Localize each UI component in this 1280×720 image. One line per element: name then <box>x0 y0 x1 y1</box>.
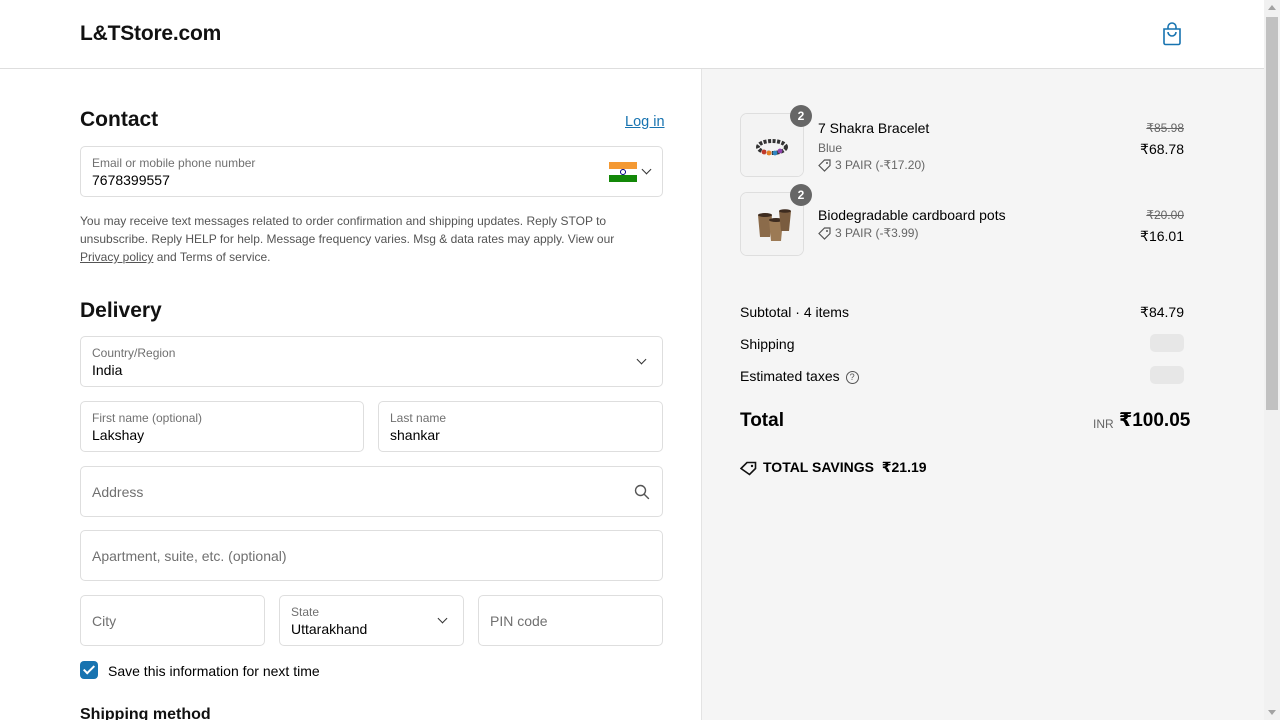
total-savings-value: ₹21.19 <box>881 459 927 475</box>
taxes-loading-placeholder <box>1150 366 1184 384</box>
tag-icon <box>818 227 831 241</box>
state-label: State <box>291 605 320 619</box>
chevron-down-icon <box>437 613 448 624</box>
total-label: Total <box>740 410 784 431</box>
quantity-badge: 2 <box>790 105 812 127</box>
country-label: Country/Region <box>92 346 176 360</box>
city-placeholder: City <box>92 612 117 629</box>
address-field[interactable]: Address <box>80 466 663 517</box>
item-name: 7 Shakra Bracelet <box>818 120 930 136</box>
item-original-price: ₹20.00 <box>1146 208 1184 222</box>
estimated-taxes-label: Estimated taxes <box>740 368 840 384</box>
help-icon[interactable]: ? <box>845 370 859 384</box>
first-name-value[interactable]: Lakshay <box>92 427 144 443</box>
sms-notice: You may receive text messages related to… <box>80 212 620 266</box>
site-header: L&TStore.com <box>0 0 1264 69</box>
country-value: India <box>92 362 123 378</box>
login-link[interactable]: Log in <box>625 114 665 130</box>
phone-field-label: Email or mobile phone number <box>92 156 256 170</box>
page-scrollbar[interactable] <box>1264 0 1280 720</box>
india-flag-icon[interactable] <box>609 162 637 182</box>
item-price: ₹16.01 <box>1140 228 1184 244</box>
subtotal-label: Subtotal · 4 items <box>740 304 849 320</box>
item-discount-text: 3 PAIR (-₹17.20) <box>835 158 926 172</box>
sms-notice-terms: and Terms of service. <box>153 250 271 264</box>
state-value: Uttarakhand <box>291 621 368 637</box>
pin-code-placeholder: PIN code <box>490 612 548 629</box>
city-field[interactable]: City <box>80 595 265 646</box>
first-name-field[interactable]: First name (optional) Lakshay <box>80 401 364 452</box>
sms-notice-text: You may receive text messages related to… <box>80 214 615 246</box>
last-name-field[interactable]: Last name shankar <box>378 401 663 452</box>
chevron-down-icon <box>636 354 647 365</box>
phone-field-value[interactable]: 7678399557 <box>92 172 170 188</box>
save-info-label[interactable]: Save this information for next time <box>108 663 320 679</box>
last-name-label: Last name <box>390 411 447 425</box>
apartment-placeholder: Apartment, suite, etc. (optional) <box>92 547 287 564</box>
shipping-loading-placeholder <box>1150 334 1184 352</box>
chevron-down-icon[interactable] <box>641 164 652 175</box>
scroll-thumb[interactable] <box>1266 17 1278 410</box>
savings-tag-icon <box>739 461 757 476</box>
search-icon[interactable] <box>634 484 650 500</box>
item-price: ₹68.78 <box>1140 141 1184 157</box>
save-info-checkbox[interactable] <box>80 661 98 679</box>
address-placeholder: Address <box>92 483 144 500</box>
quantity-badge: 2 <box>790 184 812 206</box>
item-variant: Blue <box>818 141 843 155</box>
tag-icon <box>818 159 831 173</box>
currency-code: INR <box>1093 417 1114 431</box>
item-name: Biodegradable cardboard pots <box>818 207 1006 223</box>
phone-field[interactable]: Email or mobile phone number 7678399557 <box>80 146 663 197</box>
estimated-taxes-row: Estimated taxes? <box>740 368 859 384</box>
contact-heading: Contact <box>80 108 159 131</box>
product-thumbnail-pots: 2 <box>740 184 812 256</box>
first-name-label: First name (optional) <box>92 411 203 425</box>
country-select[interactable]: Country/Region India <box>80 336 663 387</box>
item-original-price: ₹85.98 <box>1146 121 1184 135</box>
privacy-policy-link[interactable]: Privacy policy <box>80 250 153 264</box>
apartment-field[interactable]: Apartment, suite, etc. (optional) <box>80 530 663 581</box>
item-discount-text: 3 PAIR (-₹3.99) <box>835 226 919 240</box>
total-value: ₹100.05 <box>1119 410 1191 431</box>
shipping-label: Shipping <box>740 336 795 352</box>
scroll-up-arrow[interactable] <box>1268 5 1276 10</box>
store-logo[interactable]: L&TStore.com <box>80 22 221 46</box>
total-savings-label: TOTAL SAVINGS <box>763 459 874 475</box>
shipping-method-heading: Shipping method <box>80 706 211 720</box>
last-name-value[interactable]: shankar <box>390 427 440 443</box>
item-discount: 3 PAIR (-₹17.20) <box>818 158 926 173</box>
shopping-bag-icon[interactable] <box>1161 22 1183 46</box>
delivery-heading: Delivery <box>80 299 162 322</box>
total-savings: TOTAL SAVINGS ₹21.19 <box>739 459 927 476</box>
state-select[interactable]: State Uttarakhand <box>279 595 464 646</box>
subtotal-value: ₹84.79 <box>1140 304 1184 320</box>
item-discount: 3 PAIR (-₹3.99) <box>818 226 919 241</box>
pin-code-field[interactable]: PIN code <box>478 595 663 646</box>
scroll-down-arrow[interactable] <box>1268 710 1276 715</box>
product-thumbnail-bracelet: 2 <box>740 105 812 177</box>
